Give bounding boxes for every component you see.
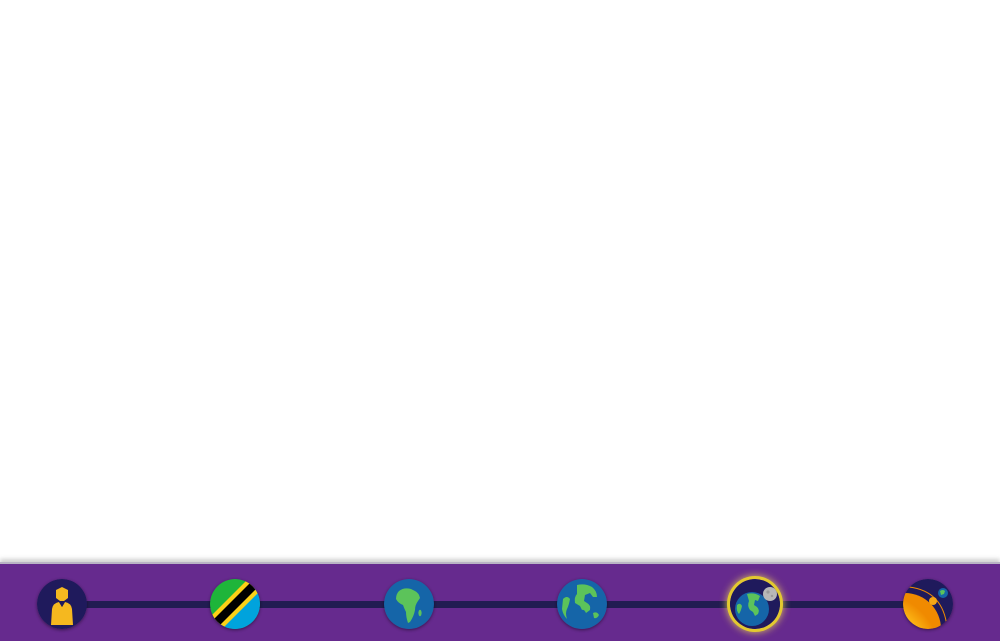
scale-track	[62, 601, 928, 608]
scale-navigation-bar	[0, 562, 1000, 641]
earth-moon-icon	[730, 579, 780, 629]
scale-button-solar-system[interactable]	[903, 579, 953, 629]
scale-button-country[interactable]	[210, 579, 260, 629]
earth-globe-icon	[557, 579, 607, 629]
scale-button-earth-moon[interactable]	[730, 579, 780, 629]
page	[0, 0, 1000, 641]
scale-button-person[interactable]	[37, 579, 87, 629]
tanzania-flag-icon	[210, 579, 260, 629]
scale-button-world[interactable]	[557, 579, 607, 629]
person-icon	[37, 579, 87, 629]
content-area	[0, 0, 1000, 562]
africa-globe-icon	[384, 579, 434, 629]
sun-earth-icon	[903, 579, 953, 629]
scale-button-continent[interactable]	[384, 579, 434, 629]
